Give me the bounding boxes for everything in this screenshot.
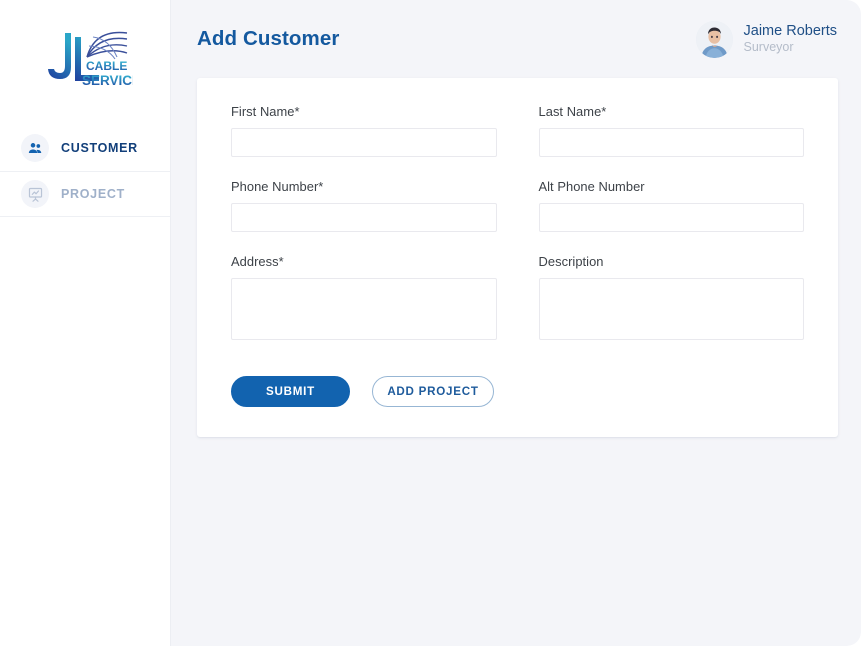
description-textarea[interactable] xyxy=(538,278,804,340)
user-meta: Jaime Roberts Surveyor xyxy=(744,23,837,55)
alt-phone-number-input[interactable] xyxy=(538,203,804,232)
field-description: Description xyxy=(538,254,804,345)
customer-form: First Name* Last Name* Phone Number* Alt… xyxy=(231,104,804,367)
field-address: Address* xyxy=(231,254,497,345)
logo-line2: SERVICES xyxy=(82,73,133,88)
label-description: Description xyxy=(538,254,604,269)
sidebar-item-project[interactable]: PROJECT xyxy=(0,171,170,217)
label-last-name: Last Name* xyxy=(538,104,607,119)
add-project-button[interactable]: ADD PROJECT xyxy=(372,376,494,407)
brand-logo[interactable]: CABLE SERVICES xyxy=(0,0,170,125)
sidebar-item-label-project: PROJECT xyxy=(61,187,125,201)
submit-button[interactable]: SUBMIT xyxy=(231,376,350,407)
sidebar-nav: CUSTOMER PROJECT xyxy=(0,125,170,217)
phone-number-input[interactable] xyxy=(231,203,497,232)
user-role: Surveyor xyxy=(743,40,794,55)
page-title: Add Customer xyxy=(197,27,340,50)
avatar xyxy=(695,20,733,58)
main-content: Add Customer Jaime Roberts Surveyor Firs… xyxy=(171,0,861,646)
first-name-input[interactable] xyxy=(231,128,497,157)
field-first-name: First Name* xyxy=(231,104,497,157)
topbar: Add Customer Jaime Roberts Surveyor xyxy=(171,0,861,78)
field-alt-phone-number: Alt Phone Number xyxy=(538,179,804,232)
label-address: Address* xyxy=(231,254,284,269)
app-window: CABLE SERVICES CUSTOMER xyxy=(0,0,861,646)
form-actions: SUBMIT ADD PROJECT xyxy=(231,376,804,407)
last-name-input[interactable] xyxy=(538,128,804,157)
field-phone-number: Phone Number* xyxy=(231,179,497,232)
user-name: Jaime Roberts xyxy=(743,23,837,40)
user-profile[interactable]: Jaime Roberts Surveyor xyxy=(695,20,837,58)
label-alt-phone-number: Alt Phone Number xyxy=(538,179,645,194)
add-customer-card: First Name* Last Name* Phone Number* Alt… xyxy=(197,78,838,437)
presentation-board-icon xyxy=(21,180,49,208)
users-group-icon xyxy=(21,134,49,162)
field-last-name: Last Name* xyxy=(538,104,804,157)
sidebar-item-label-customer: CUSTOMER xyxy=(61,141,138,155)
label-phone-number: Phone Number* xyxy=(231,179,324,194)
address-textarea[interactable] xyxy=(231,278,497,340)
sidebar-item-customer[interactable]: CUSTOMER xyxy=(0,125,170,171)
sidebar: CABLE SERVICES CUSTOMER xyxy=(0,0,171,646)
logo-line1: CABLE xyxy=(86,59,127,73)
label-first-name: First Name* xyxy=(231,104,300,119)
satellite-dish-icon: CABLE SERVICES xyxy=(48,31,133,88)
